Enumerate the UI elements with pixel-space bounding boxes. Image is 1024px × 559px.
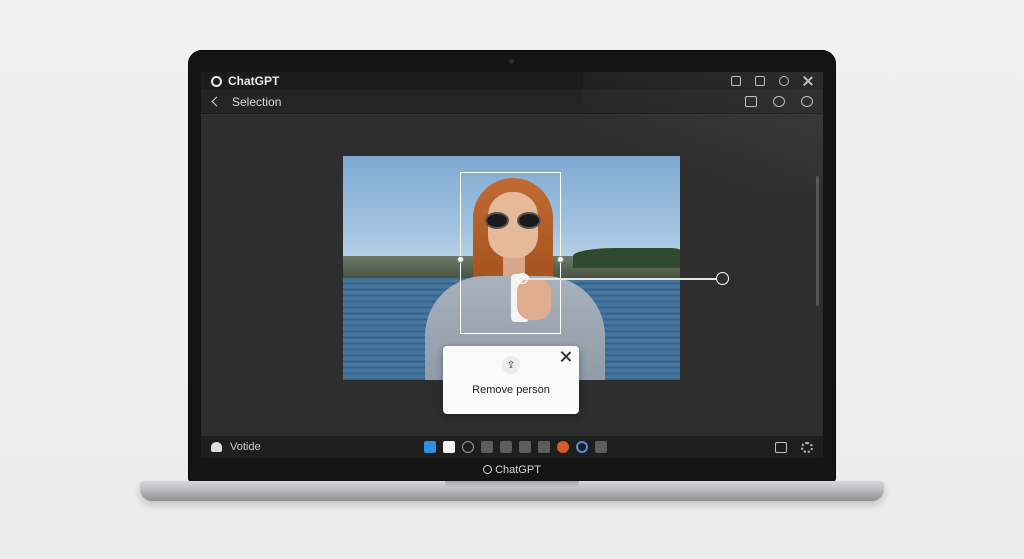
- refresh-icon[interactable]: [779, 76, 789, 86]
- bezel-brand: ChatGPT: [495, 464, 541, 476]
- bottom-right-tools: [775, 441, 813, 453]
- settings-icon[interactable]: [801, 441, 813, 453]
- bezel-label: ChatGPT: [188, 464, 836, 476]
- magic-icon[interactable]: [801, 96, 813, 107]
- copy-icon[interactable]: [755, 76, 765, 86]
- screen: ChatGPT Selection ⇪ Remove person Votide: [201, 72, 823, 458]
- tool-palette: [424, 441, 607, 453]
- remove-person-button[interactable]: Remove person: [443, 384, 579, 396]
- share-icon[interactable]: [731, 76, 741, 86]
- image-tool-icon[interactable]: [481, 441, 493, 453]
- ring-tool-icon[interactable]: [576, 441, 588, 453]
- toolbar-title: Selection: [232, 94, 282, 109]
- bottom-label: Votide: [230, 441, 261, 453]
- selection-box[interactable]: [457, 172, 564, 334]
- laptop-notch: [445, 481, 579, 488]
- bezel-logo-icon: [483, 465, 493, 474]
- select-tool-icon[interactable]: [424, 441, 436, 453]
- connector-start-handle[interactable]: [517, 273, 528, 284]
- title-bar: ChatGPT: [201, 72, 823, 90]
- pen-tool-icon[interactable]: [500, 441, 512, 453]
- close-icon[interactable]: [803, 76, 813, 86]
- comment-icon[interactable]: [775, 441, 787, 453]
- link-icon[interactable]: [773, 96, 785, 107]
- connector-line: [522, 278, 722, 280]
- brush-tool-icon[interactable]: [443, 441, 455, 453]
- selection-handle-left[interactable]: [457, 256, 464, 263]
- toolbar-tools: [745, 96, 813, 107]
- selection-handle-right[interactable]: [557, 256, 564, 263]
- laptop-lid: ChatGPT Selection ⇪ Remove person Votide…: [188, 50, 836, 482]
- remove-icon[interactable]: ⇪: [502, 356, 520, 374]
- eraser-tool-icon[interactable]: [462, 441, 474, 453]
- stamp-tool-icon[interactable]: [538, 441, 550, 453]
- home-icon[interactable]: [211, 442, 222, 452]
- shape-tool-icon[interactable]: [519, 441, 531, 453]
- chatgpt-logo-icon: [211, 75, 222, 87]
- canvas-area[interactable]: ⇪ Remove person: [201, 114, 823, 436]
- window-controls: [731, 76, 813, 86]
- popup-close-icon[interactable]: [560, 351, 571, 362]
- present-icon[interactable]: [745, 96, 757, 107]
- color-tool-icon[interactable]: [557, 441, 569, 453]
- app-title: ChatGPT: [228, 74, 280, 88]
- grid-tool-icon[interactable]: [595, 441, 607, 453]
- editor-toolbar: Selection: [201, 90, 823, 114]
- webcam: [509, 59, 514, 64]
- back-chevron-icon[interactable]: [211, 96, 222, 107]
- remove-person-popup[interactable]: ⇪ Remove person: [443, 346, 579, 414]
- vertical-scrollbar[interactable]: [816, 176, 819, 306]
- connector-end-handle[interactable]: [716, 272, 729, 285]
- bottom-bar: Votide: [201, 436, 823, 458]
- laptop-base: [140, 481, 884, 501]
